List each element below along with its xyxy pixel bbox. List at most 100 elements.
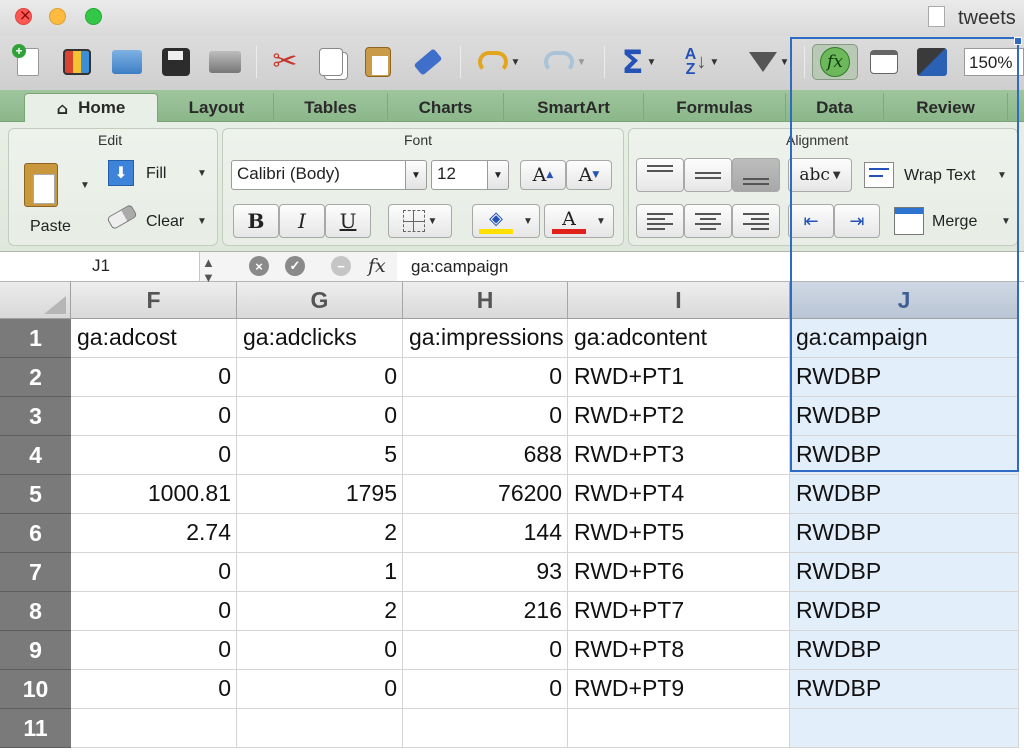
select-all-button[interactable] (0, 282, 71, 319)
cell-g1[interactable]: ga:adclicks (237, 319, 403, 358)
autosum-button[interactable]: Σ ▼ (614, 43, 664, 81)
paste-toolbar-button[interactable] (360, 44, 396, 80)
tab-data[interactable]: Data (786, 93, 884, 122)
format-painter-button[interactable] (408, 44, 448, 80)
cell-g2[interactable]: 0 (237, 358, 403, 397)
column-header-g[interactable]: G (237, 282, 403, 319)
font-size-combo[interactable]: 12 (431, 160, 489, 190)
cell-i5[interactable]: RWD+PT4 (568, 475, 790, 514)
open-button[interactable] (108, 44, 146, 80)
save-button[interactable] (158, 44, 194, 80)
cell-f5[interactable]: 1000.81 (71, 475, 237, 514)
media-browser-button[interactable] (910, 44, 954, 80)
cell-j3[interactable]: RWDBP (790, 397, 1019, 436)
close-window-button[interactable] (15, 6, 32, 25)
formula-input[interactable]: ga:campaign (397, 252, 1024, 281)
cell-g8[interactable]: 2 (237, 592, 403, 631)
cell-i7[interactable]: RWD+PT6 (568, 553, 790, 592)
align-top-button[interactable] (636, 158, 684, 192)
cell-j8[interactable]: RWDBP (790, 592, 1019, 631)
fill-color-button[interactable]: ◈ ▼ (472, 204, 540, 238)
confirm-entry-button[interactable]: ✓ (285, 256, 305, 276)
fill-button[interactable]: ⬇ Fill ▼ (106, 158, 210, 190)
merge-button[interactable]: Merge ▼ (892, 204, 1016, 238)
sort-button[interactable]: AZ ↓ ▼ (672, 44, 732, 80)
minimize-window-button[interactable] (49, 8, 66, 25)
spreadsheet-grid[interactable]: F G H I J 1 ga:adcost ga:adclicks ga:impressions… (0, 282, 1024, 754)
cell-g5[interactable]: 1795 (237, 475, 403, 514)
cell-i11[interactable] (568, 709, 790, 748)
tab-charts[interactable]: Charts (388, 93, 504, 122)
redo-button[interactable]: ▼ (536, 44, 594, 80)
cell-g11[interactable] (237, 709, 403, 748)
row-header[interactable]: 11 (0, 709, 71, 748)
zoom-field[interactable]: 150% (964, 48, 1024, 76)
align-middle-button[interactable] (684, 158, 732, 192)
selection-handle[interactable] (1014, 37, 1022, 45)
cell-i9[interactable]: RWD+PT8 (568, 631, 790, 670)
paste-button[interactable]: ▼ Paste (22, 160, 90, 240)
cell-f11[interactable] (71, 709, 237, 748)
cell-j11[interactable] (790, 709, 1019, 748)
borders-button[interactable]: ▼ (388, 204, 452, 238)
cell-f6[interactable]: 2.74 (71, 514, 237, 553)
templates-button[interactable] (58, 44, 96, 80)
align-left-button[interactable] (636, 204, 684, 238)
cell-j6[interactable]: RWDBP (790, 514, 1019, 553)
font-name-dropdown[interactable]: ▼ (405, 160, 427, 190)
copy-button[interactable] (314, 44, 348, 80)
filter-button[interactable]: ▼ (740, 44, 798, 80)
cell-g4[interactable]: 5 (237, 436, 403, 475)
cell-h4[interactable]: 688 (403, 436, 568, 475)
cell-f7[interactable]: 0 (71, 553, 237, 592)
tab-formulas[interactable]: Formulas (644, 93, 786, 122)
cell-j10[interactable]: RWDBP (790, 670, 1019, 709)
cell-h1[interactable]: ga:impressions (403, 319, 568, 358)
clear-button[interactable]: Clear ▼ (106, 203, 210, 236)
tab-tables[interactable]: Tables (274, 93, 388, 122)
cell-j5[interactable]: RWDBP (790, 475, 1019, 514)
tab-layout[interactable]: Layout (160, 93, 274, 122)
cell-f8[interactable]: 0 (71, 592, 237, 631)
shrink-font-button[interactable]: A ▼ (566, 160, 612, 190)
cell-g3[interactable]: 0 (237, 397, 403, 436)
row-header[interactable]: 7 (0, 553, 71, 592)
cell-g9[interactable]: 0 (237, 631, 403, 670)
cell-h11[interactable] (403, 709, 568, 748)
cell-j9[interactable]: RWDBP (790, 631, 1019, 670)
cell-f9[interactable]: 0 (71, 631, 237, 670)
undo-button[interactable]: ▼ (470, 44, 528, 80)
cell-f2[interactable]: 0 (71, 358, 237, 397)
row-header[interactable]: 1 (0, 319, 71, 358)
insert-function-button[interactable]: fx (368, 255, 386, 277)
cell-h9[interactable]: 0 (403, 631, 568, 670)
cell-i2[interactable]: RWD+PT1 (568, 358, 790, 397)
cell-f1[interactable]: ga:adcost (71, 319, 237, 358)
cancel-entry-button[interactable]: × (249, 256, 269, 276)
tab-review[interactable]: Review (884, 93, 1008, 122)
row-header[interactable]: 8 (0, 592, 71, 631)
italic-button[interactable]: I (279, 204, 325, 238)
cut-button[interactable]: ✂ (266, 44, 304, 80)
column-header-i[interactable]: I (568, 282, 790, 319)
row-header[interactable]: 4 (0, 436, 71, 475)
bold-button[interactable]: B (233, 204, 279, 238)
toolbox-button[interactable] (864, 44, 904, 80)
cell-j4[interactable]: RWDBP (790, 436, 1019, 475)
cell-i10[interactable]: RWD+PT9 (568, 670, 790, 709)
cell-h7[interactable]: 93 (403, 553, 568, 592)
row-header[interactable]: 6 (0, 514, 71, 553)
cell-g7[interactable]: 1 (237, 553, 403, 592)
text-orientation-button[interactable]: abc ▼ (788, 158, 852, 192)
cell-h3[interactable]: 0 (403, 397, 568, 436)
column-header-f[interactable]: F (71, 282, 237, 319)
print-button[interactable] (205, 44, 245, 80)
formula-builder-toggle[interactable]: − (331, 256, 351, 276)
row-header[interactable]: 9 (0, 631, 71, 670)
tab-smartart[interactable]: SmartArt (504, 93, 644, 122)
font-size-dropdown[interactable]: ▼ (487, 160, 509, 190)
cell-j1[interactable]: ga:campaign (790, 319, 1019, 358)
cell-h8[interactable]: 216 (403, 592, 568, 631)
row-header[interactable]: 5 (0, 475, 71, 514)
cell-h10[interactable]: 0 (403, 670, 568, 709)
